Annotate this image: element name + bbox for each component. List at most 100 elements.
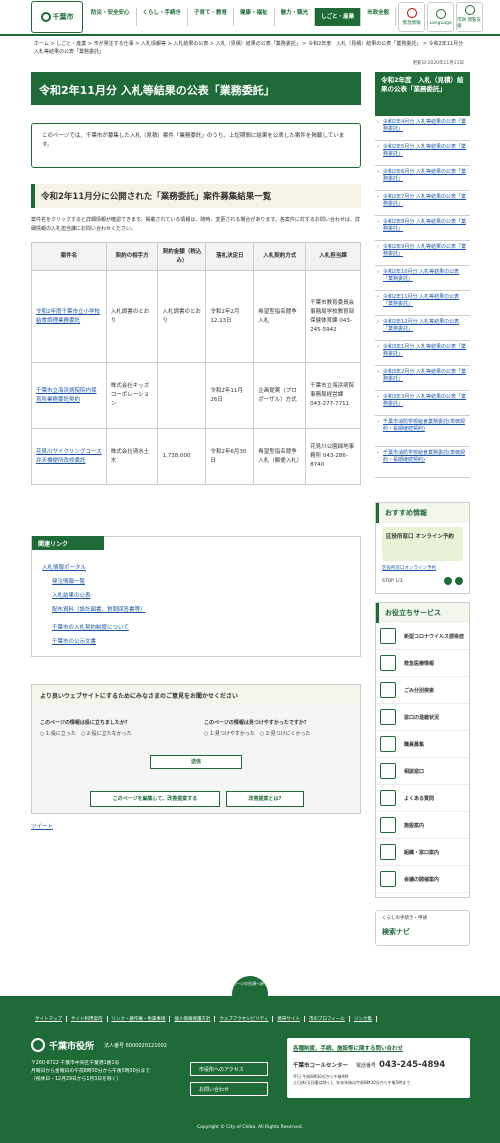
emergency-button[interactable]: 緊急情報 [398,2,426,32]
service-item[interactable]: 窓口の混雑状況 [376,704,469,731]
related-link[interactable]: 千葉市の入札契約制度について [52,621,146,635]
table-cell: 企画提案（プロポーザル）方式 [253,362,307,429]
table-cell: 千葉市教育委員会事務局学校教育部保健体育課 043-245-5942 [305,270,361,363]
footer-link[interactable]: リンク・著作権・免責事項 [108,1016,171,1022]
nav-item[interactable]: くらし・手続き [137,8,189,26]
service-item[interactable]: ごみ分別検索 [376,677,469,704]
service-item[interactable]: 会議の開催案内 [376,866,469,893]
footer-link[interactable]: サイト利用案内 [67,1016,108,1022]
side-nav-item[interactable]: 令和2年4月分 入札等結果の公表「業務委託」 [375,116,470,141]
side-nav-item[interactable]: 令和2年11月分 入札等結果の公表「業務委託」 [375,291,470,316]
service-label: よくある質問 [404,795,435,802]
footer-link[interactable]: サイトマップ [31,1016,67,1022]
faq-icon [380,790,396,806]
call-center-name: 千葉市コールセンター [293,1063,349,1069]
column-header: 入札担当課 [305,242,361,271]
related-link[interactable]: 千葉市の公示文書 [52,635,146,649]
table-cell: 1,738,000 [157,428,207,485]
carousel-page: 1/3 [395,578,403,584]
question-2-options[interactable]: ○ 1:見つけやすかった ○ 2:見つけにくかった [204,730,311,737]
stop-button[interactable]: STOP [382,579,394,584]
hours-note: （祝休日・12月29日から1月3日を除く） [31,1077,122,1082]
side-nav-item[interactable]: 令和2年8月分 入札等結果の公表「業務委託」 [375,216,470,241]
nav-item[interactable]: 魅力・観光 [275,8,316,26]
footer-link[interactable]: 市のプロフィール [305,1016,350,1022]
footer-link[interactable]: ウェブアクセシビリティ [215,1016,274,1022]
side-nav-item[interactable]: 令和3年3月分 入札等結果の公表「業務委託」 [375,391,470,416]
updated-date: 更新日:2020年11月11日 [412,61,464,66]
side-nav-item[interactable]: 令和3年1月分 入札等結果の公表「業務委託」 [375,341,470,366]
next-icon[interactable] [455,577,463,585]
side-nav-item[interactable]: 千葉市消防学校給食業務委託(単価契約・長期継続契約) [375,416,470,447]
case-name-link[interactable]: 千葉市立海浜病院院内保育所業務委託契約 [31,362,107,429]
service-item[interactable]: 施設案内 [376,812,469,839]
table-cell: 株式会社キッズコーポレーション [105,362,159,429]
table-cell: 花見川公園緑地事務所 043-286-8740 [305,428,361,485]
related-link[interactable]: 入札結果の公表 [52,589,146,603]
side-nav-item[interactable]: 令和2年6月分 入札等結果の公表「業務委託」 [375,166,470,191]
nav-item[interactable]: 防災・安全安心 [85,8,137,26]
side-nav-item[interactable]: 令和3年2月分 入札等結果の公表「業務委託」 [375,366,470,391]
accessibility-button[interactable]: 市政 閲覧支援 [456,2,484,32]
footer-links: サイトマップ サイト利用案内 リンク・著作権・免責事項 個人情報保護方針 ウェブ… [31,1016,377,1022]
call-center-box: 各種制度、手続、施設等に関する問い合わせ 千葉市コールセンター 電話番号 043… [287,1038,470,1098]
logo-text: 千葉市 [52,13,74,21]
global-nav: 防災・安全安心 くらし・手続き 子育て・教育 健康・福祉 魅力・観光 しごと・産… [85,8,397,26]
side-nav-item[interactable]: 令和2年7月分 入札等結果の公表「業務委託」 [375,191,470,216]
city-emblem-icon [31,1038,45,1052]
language-button[interactable]: Language [427,2,455,32]
footer-link[interactable]: 携帯サイト [273,1016,305,1022]
service-item[interactable]: 救急医療情報 [376,650,469,677]
service-item[interactable]: 組織・窓口案内 [376,839,469,866]
send-button[interactable]: 送信 [150,755,242,769]
side-nav-item[interactable]: 千葉市消防学校給食業務委託(単価契約・長期継続契約) [375,447,470,478]
table-row: 令和2年度千葉市立小学校給食調理業務委託 入札調書のとおり 入札調書のとおり 令… [31,270,361,363]
service-item[interactable]: よくある質問 [376,785,469,812]
search-navi-banner[interactable]: くらしの手続き・申請 検索ナビ [375,910,470,946]
table-cell: 株式会社清水土木 [105,428,159,485]
footer-name: 千葉市役所 [49,1041,95,1052]
contact-button[interactable]: お問い合わせ [190,1082,268,1096]
edit-proposal-button[interactable]: このページを編集して、改善提案する [90,791,220,807]
side-nav-item[interactable]: 令和2年5月分 入札等結果の公表「業務委託」 [375,141,470,166]
access-button[interactable]: 市役所へのアクセス [190,1062,268,1076]
call-center-hours-note: 土日休日(日曜は除く)、年末年始は午前8時30分から午後5時まで [293,1080,411,1085]
related-link[interactable]: 配布資料（設計図書、質問回答書等） [52,603,146,617]
consult-icon [380,763,396,779]
side-nav-item[interactable]: 令和2年12月分 入札等結果の公表「業務委託」 [375,316,470,341]
nav-item[interactable]: 健康・福祉 [234,8,275,26]
what-is-proposal-button[interactable]: 改善提案とは? [226,791,304,807]
tel-number: 043-245-4894 [379,1060,446,1070]
breadcrumb[interactable]: ホーム > しごと・産業 > 市が発注する仕事 > 入札情報等 > 入札結果の公… [34,40,466,56]
site-header: 千葉市 防災・安全安心 くらし・手続き 子育て・教育 健康・福祉 魅力・観光 し… [0,0,500,36]
related-link[interactable]: 入札情報ポータル [42,561,146,575]
carousel-controls: STOP 1/3 [376,571,469,591]
side-nav-item[interactable]: 令和2年9月分 入札等結果の公表「業務委託」 [375,241,470,266]
question-1-options[interactable]: ○ 1:役に立った ○ 2:役に立たなかった [40,730,132,737]
question-1: このページの情報は役に立ちましたか？ [40,720,130,726]
site-logo[interactable]: 千葉市 [31,1,83,33]
footer-link[interactable]: リンク集 [350,1016,377,1022]
service-label: 組織・窓口案内 [404,849,440,856]
service-item[interactable]: 相談窓口 [376,758,469,785]
nav-item[interactable]: 市政全般 [361,8,397,26]
question-2: このページの情報は見つけやすかったですか？ [204,720,309,726]
call-center-title[interactable]: 各種制度、手続、施設等に関する問い合わせ [293,1044,464,1052]
service-item[interactable]: 職員募集 [376,731,469,758]
side-nav-item[interactable]: 令和2年10月分 入札等結果の公表「業務委託」 [375,266,470,291]
related-link[interactable]: 発注情報一覧 [52,575,146,589]
column-header: 入札契約方式 [253,242,307,271]
corporate-number: 法人番号 6000020121002 [104,1042,167,1049]
tweet-link[interactable]: ツイート [31,822,53,830]
case-name-link[interactable]: 令和2年度千葉市立小学校給食調理業務委託 [31,270,107,363]
page-top-button[interactable]: ページの先頭へ戻る [232,976,268,996]
address-line: 〒260-8722 千葉市中央区千葉港1番1号 [31,1061,120,1066]
recommend-banner[interactable]: 区役所窓口 オンライン予約 [382,527,463,561]
nav-item[interactable]: 子育て・教育 [188,8,235,26]
nav-item-active[interactable]: しごと・産業 [315,8,362,26]
case-name-link[interactable]: 花見川サイクリングコース弁天橋便所改修委託 [31,428,107,485]
service-label: 施設案内 [404,822,425,829]
service-item[interactable]: 新型コロナウイルス感染症 [376,623,469,650]
footer-link[interactable]: 個人情報保護方針 [170,1016,216,1022]
prev-icon[interactable] [444,577,452,585]
